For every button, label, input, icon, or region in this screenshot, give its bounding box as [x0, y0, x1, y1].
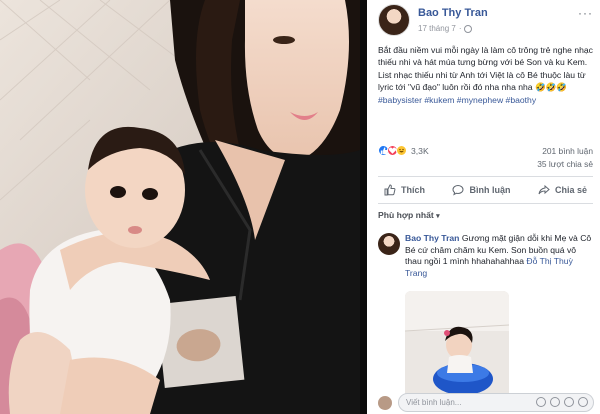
- comment-body: Bao Thy Tran Gương mặt giận dỗi khi Mẹ v…: [405, 233, 593, 279]
- panel-divider: [360, 0, 367, 414]
- comment-icon: [452, 184, 464, 196]
- post-caption-text: Bắt đầu niềm vui mỗi ngày là làm cô trôn…: [378, 45, 593, 93]
- thumbs-up-icon: [384, 184, 396, 196]
- comment-photo[interactable]: [405, 291, 509, 401]
- gif-icon[interactable]: [564, 397, 574, 407]
- comment-sort-dropdown[interactable]: Phù hợp nhất ▾: [378, 210, 440, 220]
- separator: ·: [458, 24, 462, 33]
- reactions-count[interactable]: 3,3K: [411, 146, 429, 156]
- shares-count[interactable]: 35 lượt chia sẻ: [537, 159, 593, 169]
- like-button[interactable]: Thích: [384, 184, 425, 196]
- post-panel: Bao Thy Tran 17 tháng 7 · ··· Bắt đầu ni…: [367, 0, 600, 414]
- share-icon: [538, 184, 550, 195]
- haha-icon: [396, 145, 407, 156]
- chevron-down-icon: ▾: [436, 213, 440, 220]
- like-label: Thích: [401, 185, 425, 195]
- camera-icon[interactable]: [550, 397, 560, 407]
- more-options-icon[interactable]: ···: [578, 6, 593, 20]
- post-actions: Thích Bình luận Chia sẻ: [378, 176, 593, 204]
- comment-author-avatar[interactable]: [378, 233, 400, 255]
- comment-sort-label: Phù hợp nhất: [378, 210, 434, 220]
- author-name[interactable]: Bao Thy Tran: [418, 7, 488, 19]
- sticker-icon[interactable]: [578, 397, 588, 407]
- globe-icon: [464, 24, 473, 33]
- emoji-icon[interactable]: [536, 397, 546, 407]
- comment-composer: Viết bình luận...: [378, 393, 594, 413]
- post-stats: 3,3K 201 bình luận 35 lượt chia sẻ: [378, 144, 593, 174]
- composer-icons: [536, 397, 588, 407]
- post-photo[interactable]: [0, 0, 360, 414]
- post-hashtags[interactable]: #babysister #kukem #mynephew #baothy: [378, 94, 594, 106]
- viewer-avatar: [378, 396, 392, 410]
- comment-button[interactable]: Bình luận: [452, 184, 510, 196]
- post-caption: Bắt đầu niềm vui mỗi ngày là làm cô trôn…: [378, 44, 594, 106]
- reaction-summary[interactable]: 3,3K: [378, 145, 429, 156]
- share-button[interactable]: Chia sẻ: [538, 184, 587, 196]
- post-header: Bao Thy Tran 17 tháng 7 · ···: [378, 4, 593, 40]
- post-meta: 17 tháng 7 ·: [418, 24, 473, 33]
- comment-label: Bình luận: [469, 185, 511, 195]
- author-avatar[interactable]: [378, 4, 410, 36]
- share-label: Chia sẻ: [554, 185, 587, 195]
- comments-count[interactable]: 201 bình luận: [542, 146, 593, 156]
- post-date[interactable]: 17 tháng 7: [418, 24, 456, 33]
- comment-author[interactable]: Bao Thy Tran: [405, 233, 459, 243]
